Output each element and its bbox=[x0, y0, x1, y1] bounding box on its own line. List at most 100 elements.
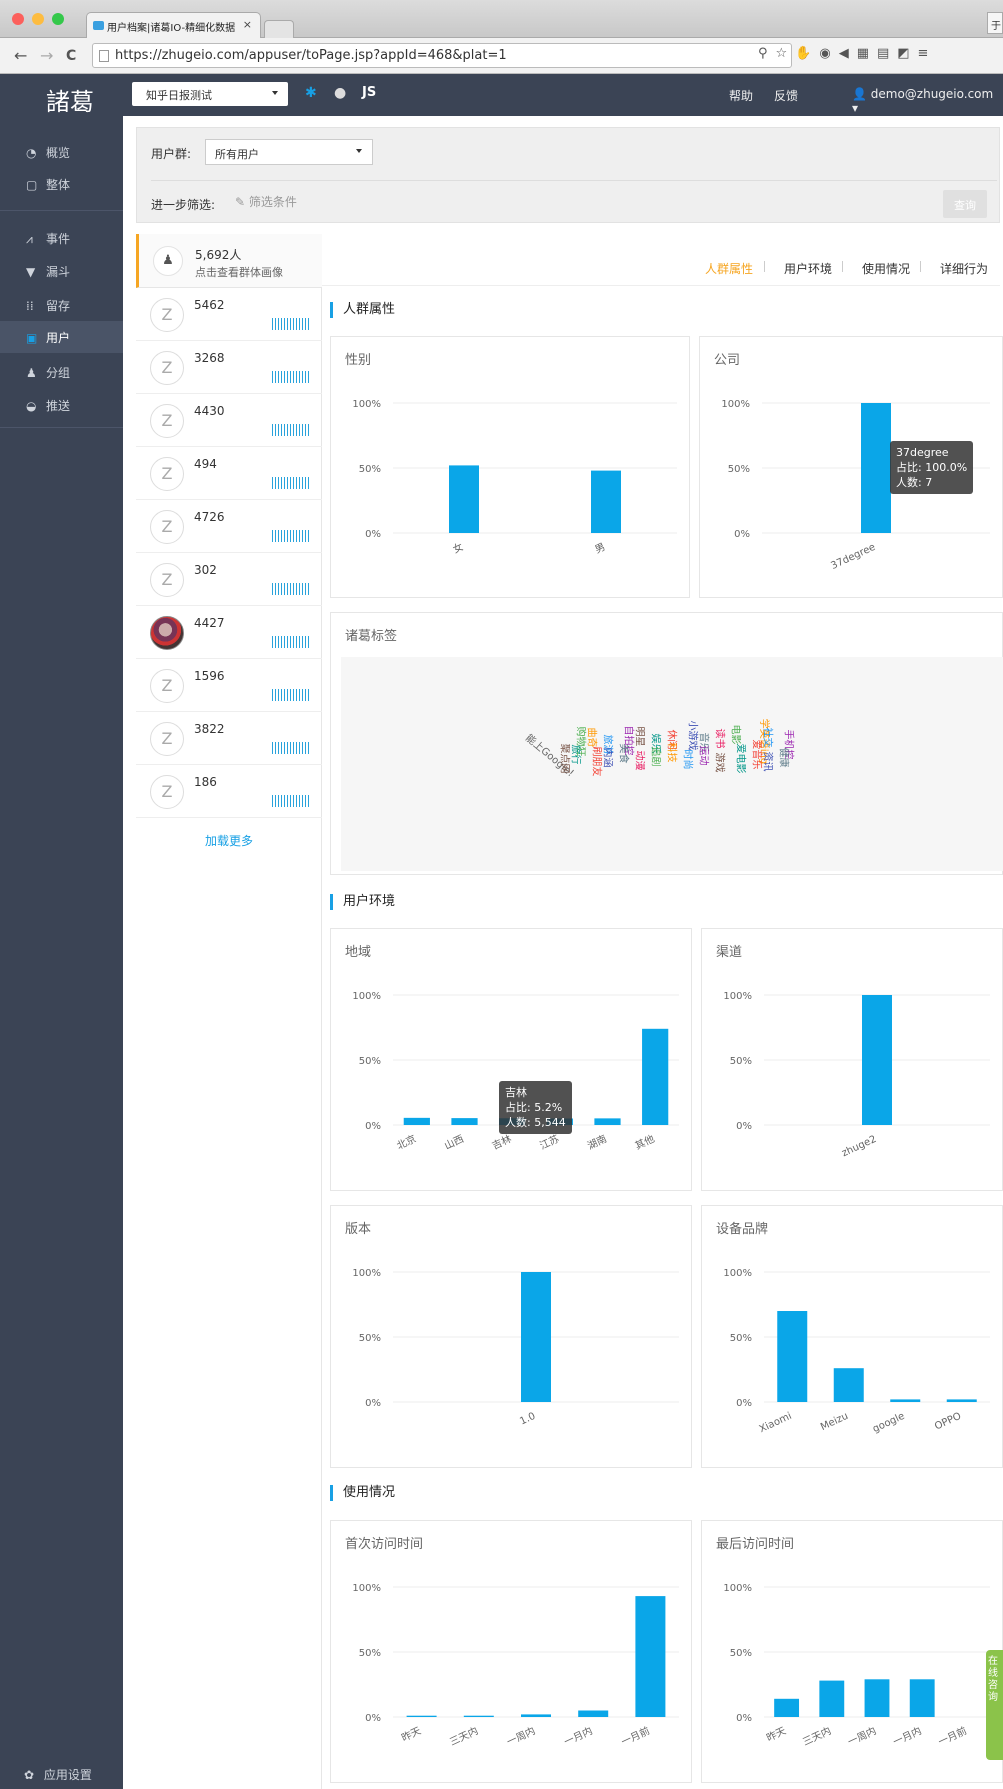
js-platform[interactable]: JS bbox=[362, 85, 376, 100]
chart-panel-version: 版本 0% 50% 100% 1.0 bbox=[330, 1205, 692, 1468]
x-tick-label: Meizu bbox=[819, 1411, 850, 1433]
minimize-window-button[interactable] bbox=[32, 13, 44, 25]
x-tick-label: 北京 bbox=[394, 1132, 418, 1152]
bar[interactable] bbox=[861, 403, 891, 533]
panel-title: 诸葛标签 bbox=[345, 629, 398, 644]
group-portrait-link[interactable]: 点击查看群体画像 bbox=[195, 264, 283, 280]
sidebar-item-groups[interactable]: ♟ 分组 bbox=[0, 356, 123, 388]
bar[interactable] bbox=[819, 1680, 845, 1717]
tag: 内涵 bbox=[601, 747, 613, 768]
tab-behavior[interactable]: 详细行为 bbox=[940, 260, 988, 277]
back-icon[interactable]: ← bbox=[14, 46, 27, 65]
bar[interactable] bbox=[862, 995, 892, 1125]
chart-panel-last-visit: 最后访问时间 0% 50% 100% 昨天 三天内 一周内 一月内 一月前 bbox=[701, 1520, 1003, 1783]
app-select-value: 知乎日报测试 bbox=[146, 89, 212, 102]
bar[interactable] bbox=[521, 1714, 551, 1717]
user-row[interactable]: Z 3822 bbox=[136, 712, 322, 765]
query-button[interactable]: 查询 bbox=[943, 190, 987, 218]
maximize-window-button[interactable] bbox=[52, 13, 64, 25]
user-row[interactable]: Z 3268 bbox=[136, 341, 322, 394]
bar[interactable] bbox=[403, 1117, 430, 1125]
bar[interactable] bbox=[890, 1399, 921, 1402]
bar[interactable] bbox=[946, 1399, 977, 1402]
user-group-value: 所有用户 bbox=[215, 148, 259, 161]
close-window-button[interactable] bbox=[12, 13, 24, 25]
user-menu[interactable]: 👤 demo@zhugeio.com ▾ bbox=[852, 87, 1003, 115]
x-tick-label: OPPO bbox=[933, 1411, 963, 1433]
sidebar-item-funnel[interactable]: ▼ 漏斗 bbox=[0, 255, 123, 287]
bar[interactable] bbox=[594, 1118, 621, 1125]
help-link[interactable]: 帮助 bbox=[729, 87, 753, 104]
forward-icon[interactable]: → bbox=[40, 46, 53, 65]
y-tick-label: 0% bbox=[365, 1713, 381, 1724]
bar[interactable] bbox=[449, 465, 479, 533]
reload-icon[interactable]: C bbox=[66, 48, 76, 64]
android-icon[interactable]: ✱ bbox=[305, 85, 317, 101]
tab-close-icon[interactable]: × bbox=[243, 18, 252, 31]
online-chat-widget[interactable]: 在线咨询 bbox=[986, 1650, 1003, 1760]
feedback-link[interactable]: 反馈 bbox=[774, 87, 798, 104]
divider bbox=[842, 261, 843, 272]
browser-tabbar: 用户档案|诸葛IO-精细化数据 × 于 bbox=[0, 0, 1003, 38]
user-row[interactable]: Z 4430 bbox=[136, 394, 322, 447]
user-row[interactable]: Z 4726 bbox=[136, 500, 322, 553]
bar[interactable] bbox=[578, 1710, 609, 1718]
bar[interactable] bbox=[451, 1118, 478, 1125]
bar[interactable] bbox=[909, 1679, 935, 1717]
tag: 运动 bbox=[697, 745, 709, 766]
bar[interactable] bbox=[591, 470, 621, 533]
bar[interactable] bbox=[642, 1028, 669, 1125]
sidebar-item-events[interactable]: ⩘ 事件 bbox=[0, 222, 123, 254]
user-id: 3822 bbox=[194, 722, 225, 736]
add-condition-button[interactable]: ✎ 筛选条件 bbox=[235, 193, 297, 210]
bar[interactable] bbox=[406, 1715, 437, 1717]
sidebar-item-retention[interactable]: ⁞⁞ 留存 bbox=[0, 289, 123, 321]
tag: 追剧 bbox=[649, 746, 661, 767]
group-icon: ♟ bbox=[26, 366, 37, 380]
user-row[interactable]: Z 494 bbox=[136, 447, 322, 500]
sidebar-item-label: 漏斗 bbox=[46, 265, 71, 279]
bar[interactable] bbox=[777, 1311, 808, 1402]
user-row[interactable]: Z 186 bbox=[136, 765, 322, 818]
sidebar-item-label: 整体 bbox=[46, 178, 71, 192]
user-row[interactable]: Z 1596 bbox=[136, 659, 322, 712]
sidebar-item-overview[interactable]: ◔ 概览 bbox=[0, 136, 123, 168]
avatar: Z bbox=[150, 298, 184, 332]
address-bar[interactable]: https://zhugeio.com/appuser/toPage.jsp?a… bbox=[92, 43, 792, 68]
bar[interactable] bbox=[635, 1596, 666, 1717]
apple-icon[interactable]: ● bbox=[334, 85, 346, 101]
load-more-button[interactable]: 加载更多 bbox=[136, 832, 322, 849]
bar[interactable] bbox=[833, 1368, 864, 1402]
avatar bbox=[150, 616, 184, 650]
bar[interactable] bbox=[521, 1272, 551, 1402]
tag: 明星 bbox=[633, 726, 645, 747]
user-row[interactable]: 4427 bbox=[136, 606, 322, 659]
logo[interactable]: 諸葛 bbox=[46, 82, 94, 117]
bar[interactable] bbox=[774, 1698, 800, 1717]
url-text: https://zhugeio.com/appuser/toPage.jsp?a… bbox=[115, 48, 507, 63]
app-settings-link[interactable]: ✿ 应用设置 bbox=[24, 1766, 92, 1783]
panel-title: 渠道 bbox=[716, 945, 743, 960]
bar[interactable] bbox=[463, 1715, 494, 1717]
sidebar-item-whole[interactable]: ▢ 整体 bbox=[0, 168, 123, 200]
bar[interactable] bbox=[864, 1679, 890, 1717]
extension-icons[interactable]: ⚲☆✋◉◀▦▤◩≡ bbox=[758, 46, 936, 61]
sidebar-item-label: 概览 bbox=[46, 146, 71, 160]
sidebar-item-push[interactable]: ◒ 推送 bbox=[0, 389, 123, 421]
chart-tooltip: 37degree 占比: 100.0% 人数: 7 bbox=[890, 441, 974, 494]
app-select[interactable]: 知乎日报测试 bbox=[132, 82, 288, 106]
new-tab-button[interactable] bbox=[264, 20, 294, 38]
x-tick-label: 三天内 bbox=[800, 1724, 833, 1748]
y-tick-label: 0% bbox=[736, 1713, 752, 1724]
user-row[interactable]: Z 302 bbox=[136, 553, 322, 606]
user-group-select[interactable]: 所有用户 bbox=[205, 139, 373, 165]
user-row[interactable]: Z 5462 bbox=[136, 288, 322, 341]
tab-usage[interactable]: 使用情况 bbox=[862, 260, 910, 277]
group-portrait-card[interactable]: ♟ 5,692人 点击查看群体画像 bbox=[136, 234, 322, 288]
tab-crowd[interactable]: 人群属性 bbox=[705, 260, 753, 277]
sidebar-item-users[interactable]: ▣ 用户 bbox=[0, 321, 123, 353]
user-id: 186 bbox=[194, 775, 217, 789]
profile-button[interactable]: 于 bbox=[987, 12, 1003, 34]
browser-tab[interactable]: 用户档案|诸葛IO-精细化数据 × bbox=[86, 12, 261, 38]
tab-environment[interactable]: 用户环境 bbox=[784, 260, 832, 277]
